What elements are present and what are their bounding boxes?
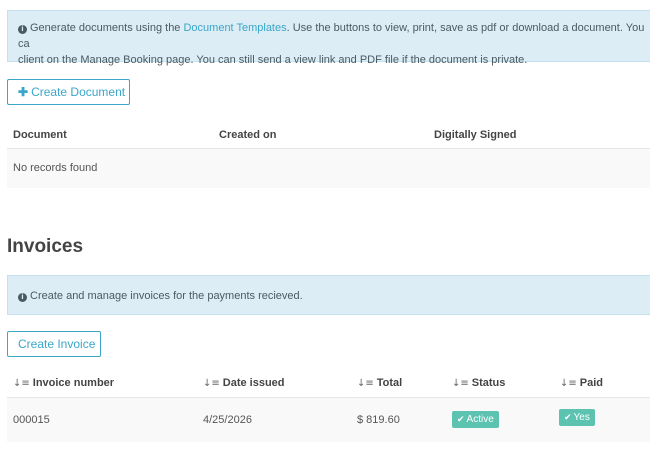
documents-alert-line-1: i Generate documents using the Document T… xyxy=(18,22,645,50)
status-badge: ✔ Active xyxy=(452,411,499,428)
sort-icon: ↓≡ xyxy=(203,378,220,389)
table-row[interactable]: 000015 4/25/2026 $ 819.60 ✔ Active ✔ Yes xyxy=(7,398,650,442)
column-header-invoice-number[interactable]: ↓≡ Invoice number xyxy=(13,377,114,389)
document-templates-link[interactable]: Document Templates xyxy=(183,22,286,34)
info-circle-icon: i xyxy=(18,25,27,34)
plus-icon: ✚ xyxy=(18,85,29,99)
documents-info-alert: i Generate documents using the Document T… xyxy=(7,10,650,66)
create-document-button[interactable]: ✚ Create Document xyxy=(7,79,130,105)
sort-icon: ↓≡ xyxy=(560,378,577,389)
sort-icon: ↓≡ xyxy=(452,378,469,389)
column-header-total[interactable]: ↓≡ Total xyxy=(357,377,402,389)
column-header-digitally-signed: Digitally Signed xyxy=(434,129,517,141)
invoice-total: $ 819.60 xyxy=(357,414,400,426)
invoices-info-alert: i Create and manage invoices for the paym… xyxy=(7,275,650,315)
table-row: No records found xyxy=(7,149,650,188)
column-header-date-issued[interactable]: ↓≡ Date issued xyxy=(203,377,285,389)
date-issued: 4/25/2026 xyxy=(203,414,252,426)
invoice-number: 000015 xyxy=(13,414,50,426)
column-header-created-on: Created on xyxy=(219,129,277,141)
page-title: Invoices xyxy=(7,236,84,257)
check-icon: ✔ xyxy=(564,413,572,423)
create-invoice-button[interactable]: Create Invoice xyxy=(7,331,101,357)
column-header-document: Document xyxy=(13,129,67,141)
sort-icon: ↓≡ xyxy=(13,378,30,389)
column-header-status[interactable]: ↓≡ Status xyxy=(452,377,505,389)
documents-alert-line-2: client on the Manage Booking page. You c… xyxy=(18,54,528,66)
column-header-paid[interactable]: ↓≡ Paid xyxy=(560,377,603,389)
info-circle-icon: i xyxy=(18,293,27,302)
empty-message: No records found xyxy=(13,162,98,174)
paid-badge: ✔ Yes xyxy=(559,409,595,426)
check-icon: ✔ xyxy=(457,415,465,425)
sort-icon: ↓≡ xyxy=(357,378,374,389)
